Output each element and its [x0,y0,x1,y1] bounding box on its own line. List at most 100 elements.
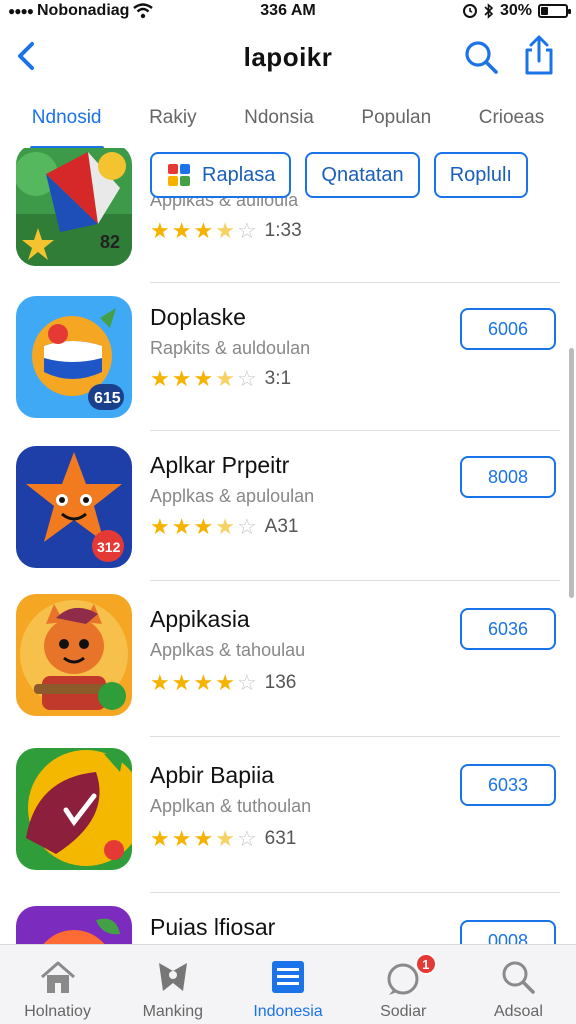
list-item[interactable]: 615 Doplaske Rapkits & auldoulan ★ ★ ★ ★ ☆ 3:… [0,282,576,432]
rating-count: A31 [264,516,299,537]
list-item[interactable]: Apbir Bapiia Applkan & tuthoulan ★ ★ ★ ★ ☆ 63… [0,738,576,894]
star-full-icon: ★ [150,670,170,695]
divider [150,580,560,581]
star-half-icon: ★ [215,514,235,539]
star-full-icon: ★ [193,366,214,391]
tabbar-label: Adsoal [493,1003,543,1020]
list-icon [272,961,304,993]
list-item[interactable]: 312 Aplkar Prpeitr Applkas & apuloulan ★… [0,432,576,582]
rating-count: 136 [264,672,297,693]
rating-count: 1:33 [264,220,302,241]
category-tabs: Ndnosid Rakiy Ndonsia Populan Crioeas [0,92,576,150]
star-full-icon: ★ [150,826,170,851]
tabbar-label: Indonesia [253,1003,323,1020]
filter-chips: Raplasa Qnatatan Roplulı [150,152,528,198]
get-button[interactable]: 6033 [460,764,556,806]
tabbar-item-social[interactable]: 1 Sodiar [346,945,461,1024]
chip-raplasa[interactable]: Raplasa [150,152,292,198]
star-rating: ★ ★ ★ ★ ☆ 631 [150,826,296,852]
tabbar-item-home[interactable]: Holnatioy [0,945,115,1024]
chip-label: Qnatatan [321,163,404,186]
star-full-icon: ★ [171,366,192,391]
bottom-tab-bar: Holnatioy Manking Indonesia 1 Sodiar Ads… [0,944,576,1024]
divider [150,430,560,431]
star-full-icon: ★ [171,218,192,243]
star-empty-icon: ☆ [236,826,257,851]
get-button[interactable]: 0008 [460,920,556,944]
star-half-icon: ★ [215,218,235,243]
bluetooth-icon [484,3,494,19]
chip-roplulı[interactable]: Roplulı [433,152,528,198]
star-full-icon: ★ [171,670,192,695]
star-rating: ★ ★ ★ ★ ☆ A31 [150,514,298,540]
svg-text:615: 615 [94,390,121,407]
chip-label: Raplasa [202,163,276,186]
app-name: Doplaske [150,304,246,330]
get-button[interactable]: 6036 [460,608,556,650]
status-left: ●●●● Nobonadiag [8,2,154,20]
app-list: 82 Applkas & aulioula ★ ★ ★ ★ ☆ 1:33 Raplasa … [0,148,576,944]
tab-ndonsia[interactable]: Ndonsia [236,92,322,144]
scrollbar[interactable] [569,348,574,598]
battery-percent: 30% [499,2,532,19]
fox-character-icon [16,594,132,716]
star-empty-icon: ☆ [236,514,257,539]
divider [150,736,560,737]
battery-icon [538,4,571,18]
fruit-icon [16,906,132,944]
star-rating: ★ ★ ★ ★ ☆ 136 [150,670,296,696]
chip-qnatatan[interactable]: Qnatatan [305,152,420,198]
list-item[interactable]: Appikasia Applkas & tahoulau ★ ★ ★ ★ ☆ 136 60… [0,582,576,738]
get-button[interactable]: 6006 [460,308,556,350]
app-name: Puias lfiosar [150,914,276,940]
star-full-icon: ★ [171,826,192,851]
svg-text:312: 312 [97,539,121,555]
app-name: Aplkar Prpeitr [150,452,290,478]
battery-level [541,7,549,15]
tab-crioeas[interactable]: Crioeas [471,92,552,144]
home-icon [40,961,75,993]
app-subtitle: Applkas & apuloulan [150,486,315,506]
wifi-icon [133,3,154,19]
carrier-name: Nobonadiag [37,2,130,19]
status-bar: ●●●● Nobonadiag 336 AM 30% [0,0,576,22]
search-button[interactable] [462,38,500,76]
app-subtitle: Applkas & tahoulau [150,640,306,660]
tabbar-item-ranking[interactable]: Manking [115,945,230,1024]
alarm-icon [462,4,477,18]
star-full-icon: ★ [193,218,214,243]
rating-count: 631 [264,828,297,849]
tab-ndnosid[interactable]: Ndnosid [24,92,110,150]
star-empty-icon: ☆ [236,670,257,695]
star-full-icon: ★ [193,514,214,539]
chip-label: Roplulı [449,163,512,186]
star-full-icon: ★ [215,670,235,695]
tab-populan[interactable]: Populan [353,92,439,144]
divider [150,892,560,893]
tabbar-item-search[interactable]: Adsoal [461,945,576,1024]
share-button[interactable] [520,34,558,76]
star-rating: ★ ★ ★ ★ ☆ 1:33 [150,218,302,244]
star-full-icon: ★ [193,826,214,851]
rating-count: 3:1 [264,368,292,389]
puzzle-icon [168,164,190,186]
star-half-icon: ★ [215,826,235,851]
get-button[interactable]: 8008 [460,456,556,498]
nav-header: lapoikr [0,30,576,86]
star-full-icon: ★ [150,218,170,243]
tabbar-label: Sodiar [380,1003,427,1020]
star-full-icon: ★ [193,670,214,695]
tab-rakiy[interactable]: Rakiy [141,92,205,144]
app-name: Apbir Bapiia [150,762,275,788]
svg-text:82: 82 [100,232,120,252]
globe-icon: 615 [16,296,132,418]
list-item[interactable]: Puias lfiosar 0008 [0,894,576,944]
tabbar-item-indonesia[interactable]: Indonesia [230,945,345,1024]
star-empty-icon: ☆ [236,218,257,243]
app-name: Appikasia [150,606,250,632]
signal-icon: ●●●● [8,4,34,18]
search-icon [502,961,536,994]
tabbar-label: Holnatioy [24,1003,91,1020]
notification-badge: 1 [414,953,437,975]
star-full-icon: ★ [171,514,192,539]
